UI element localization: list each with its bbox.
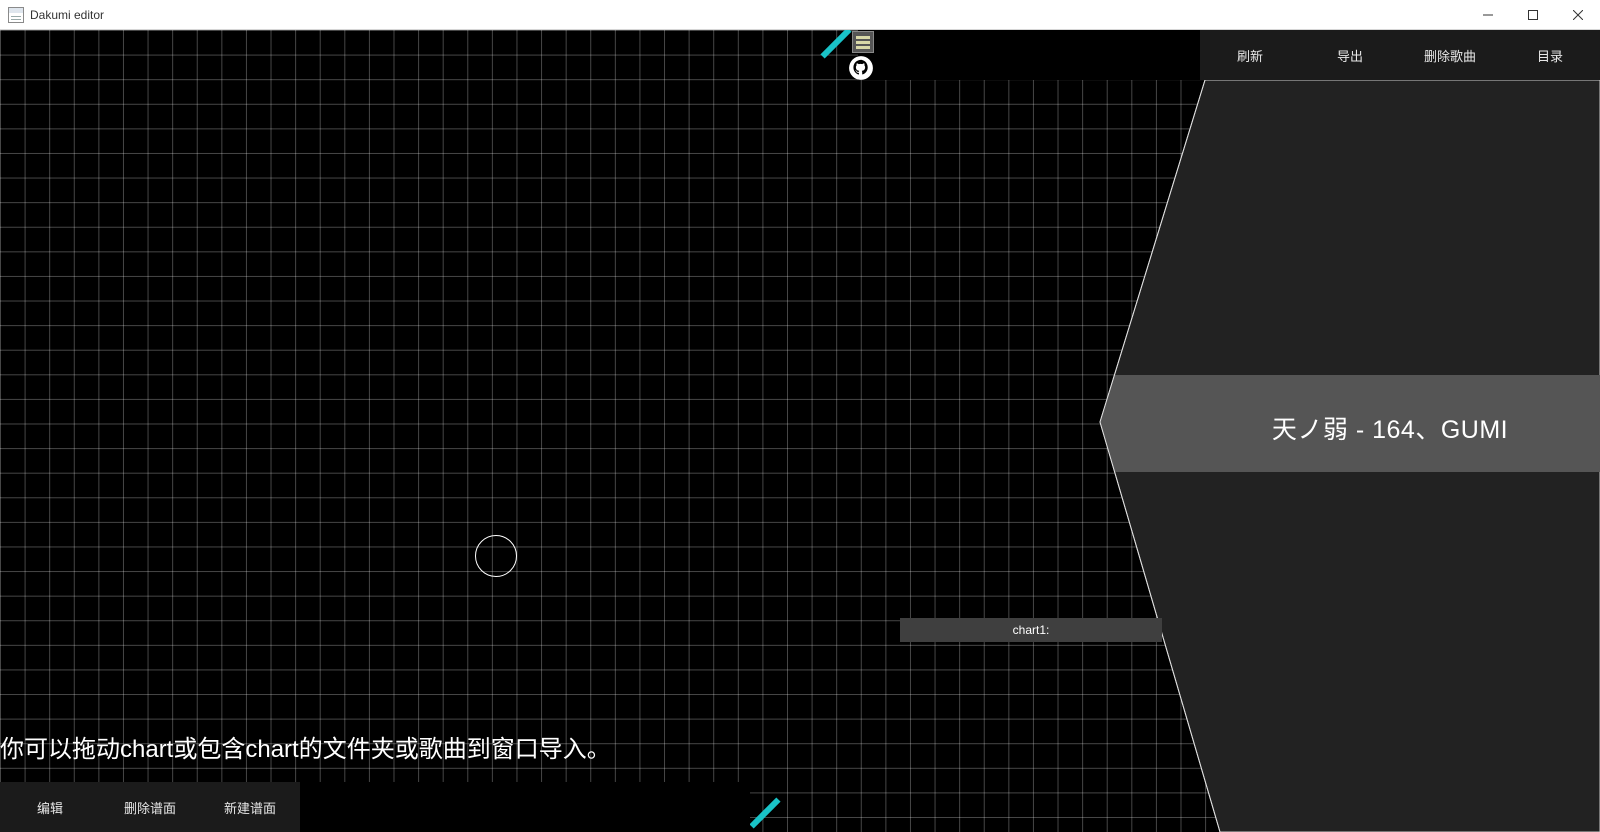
directory-button[interactable]: 目录 xyxy=(1500,30,1600,80)
refresh-button[interactable]: 刷新 xyxy=(1200,30,1300,80)
editor-canvas[interactable]: 刷新 导出 删除歌曲 目录 天ノ弱 - 164、GUMI chart1: 你可以… xyxy=(0,30,1600,832)
app-icon xyxy=(8,6,24,23)
maximize-icon xyxy=(1527,10,1538,20)
new-chart-button[interactable]: 新建谱面 xyxy=(200,782,300,832)
list-icon[interactable] xyxy=(852,31,874,53)
delete-chart-button[interactable]: 删除谱面 xyxy=(100,782,200,832)
github-icon[interactable] xyxy=(848,55,874,81)
bottom-menu: 编辑 删除谱面 新建谱面 xyxy=(0,782,300,832)
cursor-circle xyxy=(475,535,517,577)
import-hint: 你可以拖动chart或包含chart的文件夹或歌曲到窗口导入。 xyxy=(0,736,611,763)
top-menu: 刷新 导出 删除歌曲 目录 xyxy=(1200,30,1600,80)
minimize-button[interactable] xyxy=(1465,0,1510,30)
close-button[interactable] xyxy=(1555,0,1600,30)
maximize-button[interactable] xyxy=(1510,0,1555,30)
title-bar: Dakumi editor xyxy=(0,0,1600,30)
delete-song-button[interactable]: 删除歌曲 xyxy=(1400,30,1500,80)
edit-button[interactable]: 编辑 xyxy=(0,782,100,832)
chart-list-item[interactable]: chart1: xyxy=(900,618,1162,642)
minimize-icon xyxy=(1482,14,1493,16)
window-title: Dakumi editor xyxy=(30,7,105,22)
close-icon xyxy=(1572,10,1583,20)
song-title[interactable]: 天ノ弱 - 164、GUMI xyxy=(1180,405,1600,451)
window-controls xyxy=(1465,0,1600,30)
export-button[interactable]: 导出 xyxy=(1300,30,1400,80)
